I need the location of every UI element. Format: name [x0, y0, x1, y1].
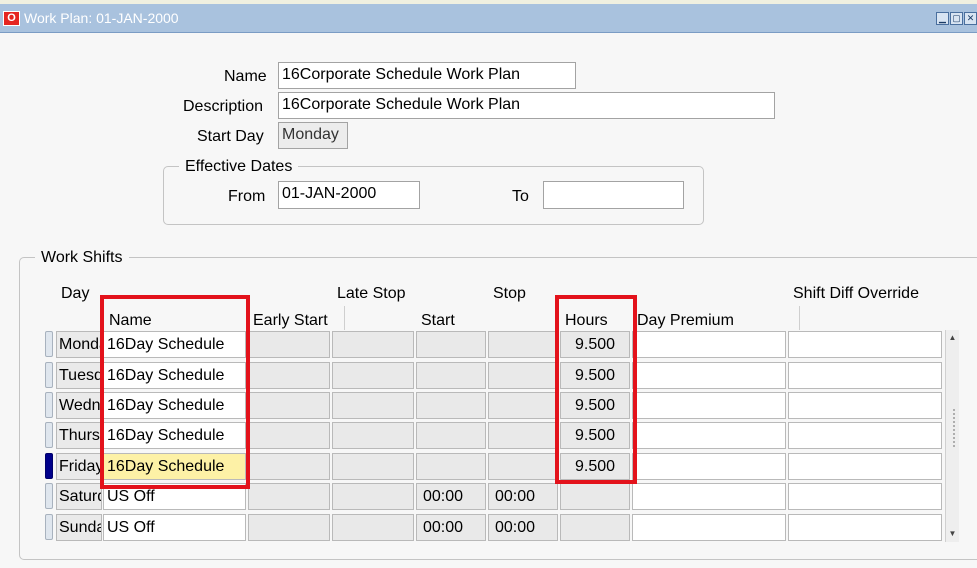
- row-indicator[interactable]: [45, 453, 53, 479]
- shift-diff-override-cell[interactable]: [788, 392, 942, 419]
- late-stop-cell[interactable]: [332, 331, 414, 358]
- shift-diff-override-cell[interactable]: [788, 362, 942, 389]
- col-header-late-stop: Late Stop: [337, 285, 406, 302]
- day-cell[interactable]: Saturday: [56, 483, 102, 510]
- name-label: Name: [224, 68, 267, 85]
- col-header-stop: Stop: [493, 285, 526, 302]
- stop-cell[interactable]: [488, 392, 558, 419]
- day-premium-cell[interactable]: [632, 483, 786, 510]
- early-start-cell[interactable]: [248, 422, 330, 449]
- day-cell[interactable]: Thursday: [56, 422, 102, 449]
- start-cell[interactable]: [416, 453, 486, 480]
- day-premium-cell[interactable]: [632, 362, 786, 389]
- from-date-field[interactable]: 01-JAN-2000: [278, 181, 420, 209]
- late-stop-cell[interactable]: [332, 362, 414, 389]
- late-stop-cell[interactable]: [332, 483, 414, 510]
- shift-diff-override-cell[interactable]: [788, 331, 942, 358]
- early-start-cell[interactable]: [248, 453, 330, 480]
- day-premium-cell[interactable]: [632, 514, 786, 541]
- maximize-icon[interactable]: ▢: [950, 12, 963, 25]
- start-cell[interactable]: 00:00: [416, 514, 486, 541]
- stop-cell[interactable]: [488, 422, 558, 449]
- scroll-down-icon[interactable]: ▼: [946, 528, 959, 540]
- start-cell[interactable]: [416, 422, 486, 449]
- hours-column-highlight: [555, 295, 637, 484]
- oracle-icon: O: [3, 11, 20, 26]
- col-header-day: Day: [61, 285, 90, 302]
- stop-cell[interactable]: 00:00: [488, 514, 558, 541]
- early-start-cell[interactable]: [248, 483, 330, 510]
- close-icon[interactable]: ✕: [964, 12, 977, 25]
- header-separator: [344, 306, 345, 330]
- work-shifts-title: Work Shifts: [35, 249, 129, 267]
- late-stop-cell[interactable]: [332, 422, 414, 449]
- stop-cell[interactable]: [488, 453, 558, 480]
- to-label: To: [512, 188, 529, 205]
- stop-cell[interactable]: 00:00: [488, 483, 558, 510]
- col-header-early-start: Early Start: [253, 312, 328, 329]
- col-header-start: Start: [421, 312, 455, 329]
- day-cell[interactable]: Wednesday: [56, 392, 102, 419]
- row-indicator[interactable]: [45, 331, 53, 357]
- name-column-highlight: [100, 295, 250, 489]
- day-premium-cell[interactable]: [632, 453, 786, 480]
- day-premium-cell[interactable]: [632, 331, 786, 358]
- late-stop-cell[interactable]: [332, 453, 414, 480]
- start-day-label: Start Day: [197, 128, 264, 145]
- early-start-cell[interactable]: [248, 331, 330, 358]
- scroll-up-icon[interactable]: ▲: [946, 332, 959, 344]
- row-indicator[interactable]: [45, 483, 53, 509]
- splitter-handle[interactable]: [952, 408, 957, 448]
- shift-diff-override-cell[interactable]: [788, 514, 942, 541]
- start-day-field[interactable]: Monday: [278, 122, 348, 149]
- day-premium-cell[interactable]: [632, 422, 786, 449]
- name-cell[interactable]: US Off: [103, 514, 246, 541]
- name-field[interactable]: 16Corporate Schedule Work Plan: [278, 62, 576, 89]
- day-cell[interactable]: Monday: [56, 331, 102, 358]
- stop-cell[interactable]: [488, 331, 558, 358]
- to-date-field[interactable]: [543, 181, 684, 209]
- description-label: Description: [183, 98, 264, 115]
- effective-dates-title: Effective Dates: [179, 158, 299, 176]
- day-premium-cell[interactable]: [632, 392, 786, 419]
- from-label: From: [228, 188, 266, 205]
- window-title: Work Plan: 01-JAN-2000: [24, 10, 179, 26]
- shift-diff-override-cell[interactable]: [788, 483, 942, 510]
- hours-cell[interactable]: [560, 514, 630, 541]
- day-cell[interactable]: Friday: [56, 453, 102, 480]
- col-header-shift-diff-override: Shift Diff Override: [793, 285, 919, 302]
- early-start-cell[interactable]: [248, 514, 330, 541]
- header-separator: [799, 306, 800, 330]
- start-cell[interactable]: 00:00: [416, 483, 486, 510]
- day-cell[interactable]: Sunday: [56, 514, 102, 541]
- description-field[interactable]: 16Corporate Schedule Work Plan: [278, 92, 775, 119]
- row-indicator[interactable]: [45, 392, 53, 418]
- start-cell[interactable]: [416, 362, 486, 389]
- early-start-cell[interactable]: [248, 362, 330, 389]
- stop-cell[interactable]: [488, 362, 558, 389]
- shift-diff-override-cell[interactable]: [788, 453, 942, 480]
- row-indicator[interactable]: [45, 514, 53, 540]
- window-titlebar[interactable]: O Work Plan: 01-JAN-2000 ▁ ▢ ✕: [0, 4, 977, 33]
- late-stop-cell[interactable]: [332, 514, 414, 541]
- hours-cell[interactable]: [560, 483, 630, 510]
- late-stop-cell[interactable]: [332, 392, 414, 419]
- row-indicator[interactable]: [45, 422, 53, 448]
- shift-diff-override-cell[interactable]: [788, 422, 942, 449]
- row-indicator[interactable]: [45, 362, 53, 388]
- start-cell[interactable]: [416, 331, 486, 358]
- early-start-cell[interactable]: [248, 392, 330, 419]
- day-cell[interactable]: Tuesday: [56, 362, 102, 389]
- minimize-icon[interactable]: ▁: [936, 12, 949, 25]
- start-cell[interactable]: [416, 392, 486, 419]
- col-header-day-premium: Day Premium: [637, 312, 734, 329]
